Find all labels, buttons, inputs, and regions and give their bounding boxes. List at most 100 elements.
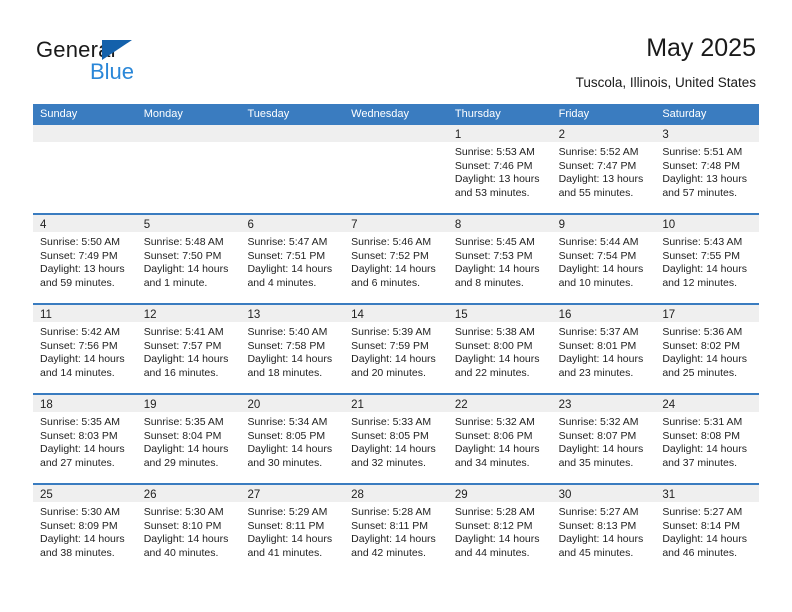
day-detail-text: Sunrise: 5:33 AM Sunset: 8:05 PM Daylight:…	[344, 412, 448, 470]
calendar-day-cell[interactable]: 29 Sunrise: 5:28 AM Sunset: 8:12 PM Dayligh…	[447, 485, 552, 573]
calendar-day-cell[interactable]: 20 Sunrise: 5:34 AM Sunset: 8:05 PM Dayligh…	[240, 395, 345, 483]
day-detail-line: Sunset: 7:49 PM	[40, 249, 118, 262]
calendar-day-cell[interactable]: 24 Sunrise: 5:31 AM Sunset: 8:08 PM Dayligh…	[655, 395, 760, 483]
day-detail-line: and 1 minute.	[143, 276, 208, 289]
day-number-band: 20	[240, 395, 345, 412]
day-detail-line: and 6 minutes.	[351, 276, 421, 289]
day-detail-line: Sunrise: 5:50 AM	[40, 236, 120, 248]
day-detail-line: Daylight: 14 hours	[662, 443, 747, 456]
calendar-day-cell[interactable]: 28 Sunrise: 5:28 AM Sunset: 8:11 PM Dayligh…	[344, 485, 448, 573]
day-detail-line: Sunset: 7:50 PM	[143, 249, 222, 262]
day-number: 13	[247, 309, 261, 321]
page-header: General Blue May 2025 Tuscola, Illinois,…	[0, 0, 792, 104]
day-detail-line: and 45 minutes.	[558, 546, 634, 559]
calendar-day-cell[interactable]: 16 Sunrise: 5:37 AM Sunset: 8:01 PM Dayligh…	[551, 305, 656, 393]
day-detail-line: Sunrise: 5:46 AM	[351, 236, 432, 248]
day-detail-line: and 57 minutes.	[662, 186, 738, 199]
day-detail-text: Sunrise: 5:47 AM Sunset: 7:51 PM Daylight:…	[240, 232, 344, 290]
day-number: 3	[662, 129, 669, 141]
day-number: 20	[247, 399, 261, 411]
day-detail-line: Sunrise: 5:48 AM	[143, 236, 224, 248]
day-detail-text: Sunrise: 5:45 AM Sunset: 7:53 PM Daylight:…	[448, 232, 552, 290]
day-detail-line: Sunrise: 5:29 AM	[247, 506, 328, 518]
day-detail-line: Sunset: 7:57 PM	[143, 339, 222, 352]
calendar-day-cell[interactable]: 7 Sunrise: 5:46 AM Sunset: 7:52 PM Daylight…	[344, 215, 448, 303]
calendar-day-cell[interactable]: 31 Sunrise: 5:27 AM Sunset: 8:14 PM Dayligh…	[655, 485, 760, 573]
calendar-day-cell[interactable]: 22 Sunrise: 5:32 AM Sunset: 8:06 PM Dayligh…	[447, 395, 552, 483]
day-detail-line: and 32 minutes.	[351, 456, 426, 469]
day-detail-line: and 8 minutes.	[454, 276, 524, 289]
calendar-day-cell[interactable]: 4 Sunrise: 5:50 AM Sunset: 7:49 PM Daylight…	[33, 215, 137, 303]
day-detail-line: Sunrise: 5:27 AM	[662, 506, 743, 518]
day-number: 22	[454, 399, 468, 411]
calendar-day-cell[interactable]: 9 Sunrise: 5:44 AM Sunset: 7:54 PM Daylight…	[551, 215, 656, 303]
day-number: 26	[143, 489, 157, 501]
day-number-band: 14	[344, 305, 448, 322]
day-detail-line: Sunrise: 5:35 AM	[40, 416, 120, 428]
day-detail-line: and 42 minutes.	[351, 546, 426, 559]
calendar-day-cell[interactable]: 26 Sunrise: 5:30 AM Sunset: 8:10 PM Dayligh…	[136, 485, 241, 573]
day-detail-text: Sunrise: 5:40 AM Sunset: 7:58 PM Daylight:…	[240, 322, 344, 380]
page-title: May 2025	[646, 34, 756, 62]
day-detail-line: and 29 minutes.	[143, 456, 219, 469]
day-detail-text: Sunrise: 5:48 AM Sunset: 7:50 PM Daylight:…	[137, 232, 241, 290]
day-detail-line: and 14 minutes.	[40, 366, 115, 379]
day-detail-line: and 20 minutes.	[351, 366, 426, 379]
day-detail-line: and 44 minutes.	[454, 546, 530, 559]
day-detail-line: Daylight: 14 hours	[558, 443, 644, 456]
day-detail-line: Daylight: 14 hours	[351, 263, 436, 276]
day-detail-text: Sunrise: 5:28 AM Sunset: 8:12 PM Daylight:…	[448, 502, 552, 560]
day-detail-text: Sunrise: 5:39 AM Sunset: 7:59 PM Daylight:…	[344, 322, 448, 380]
calendar-day-cell[interactable]: 12 Sunrise: 5:41 AM Sunset: 7:57 PM Dayligh…	[136, 305, 241, 393]
day-detail-line: Daylight: 14 hours	[143, 353, 229, 366]
day-number: 28	[351, 489, 364, 501]
day-number-band: 28	[344, 485, 448, 502]
calendar-day-cell[interactable]: 30 Sunrise: 5:27 AM Sunset: 8:13 PM Dayligh…	[551, 485, 656, 573]
calendar-day-cell[interactable]: 18 Sunrise: 5:35 AM Sunset: 8:03 PM Dayligh…	[33, 395, 137, 483]
calendar-day-cell[interactable]: 17 Sunrise: 5:36 AM Sunset: 8:02 PM Dayligh…	[655, 305, 760, 393]
calendar-day-cell[interactable]: 2 Sunrise: 5:52 AM Sunset: 7:47 PM Daylight…	[551, 125, 656, 213]
day-detail-line: Sunrise: 5:40 AM	[247, 326, 328, 338]
day-number-band: 7	[344, 215, 448, 232]
day-detail-line: and 38 minutes.	[40, 546, 115, 559]
day-number-band: 9	[551, 215, 656, 232]
day-number: 14	[351, 309, 364, 321]
calendar-day-cell[interactable]: 10 Sunrise: 5:43 AM Sunset: 7:55 PM Dayligh…	[655, 215, 760, 303]
calendar-day-cell[interactable]: 15 Sunrise: 5:38 AM Sunset: 8:00 PM Dayligh…	[447, 305, 552, 393]
day-detail-line: Sunset: 7:54 PM	[558, 249, 637, 262]
weekday-header-sunday: Sunday	[40, 108, 78, 120]
day-number: 5	[143, 219, 151, 231]
day-detail-line: Sunrise: 5:35 AM	[143, 416, 224, 428]
day-detail-line: Sunset: 8:02 PM	[662, 339, 740, 352]
calendar-day-cell-empty	[33, 125, 137, 213]
day-detail-text: Sunrise: 5:34 AM Sunset: 8:05 PM Daylight:…	[240, 412, 344, 470]
day-detail-text: Sunrise: 5:38 AM Sunset: 8:00 PM Daylight:…	[448, 322, 552, 380]
calendar-day-cell[interactable]: 27 Sunrise: 5:29 AM Sunset: 8:11 PM Dayligh…	[240, 485, 345, 573]
calendar-day-cell[interactable]: 19 Sunrise: 5:35 AM Sunset: 8:04 PM Dayligh…	[136, 395, 241, 483]
day-detail-line: Sunrise: 5:43 AM	[662, 236, 743, 248]
day-detail-line: Sunrise: 5:37 AM	[558, 326, 639, 338]
brand-logo[interactable]: General Blue	[36, 37, 166, 85]
calendar-day-cell[interactable]: 3 Sunrise: 5:51 AM Sunset: 7:48 PM Daylight…	[655, 125, 760, 213]
day-detail-line: Sunrise: 5:31 AM	[662, 416, 743, 428]
day-detail-text: Sunrise: 5:46 AM Sunset: 7:52 PM Daylight:…	[344, 232, 448, 290]
calendar-day-cell[interactable]: 23 Sunrise: 5:32 AM Sunset: 8:07 PM Dayligh…	[551, 395, 656, 483]
day-detail-line: and 18 minutes.	[247, 366, 323, 379]
calendar-day-cell[interactable]: 13 Sunrise: 5:40 AM Sunset: 7:58 PM Dayligh…	[240, 305, 345, 393]
day-detail-text: Sunrise: 5:30 AM Sunset: 8:10 PM Daylight:…	[137, 502, 241, 560]
calendar-day-cell[interactable]: 1 Sunrise: 5:53 AM Sunset: 7:46 PM Daylight…	[447, 125, 552, 213]
day-detail-line: Daylight: 14 hours	[351, 353, 436, 366]
calendar-day-cell[interactable]: 14 Sunrise: 5:39 AM Sunset: 7:59 PM Dayligh…	[344, 305, 448, 393]
calendar-day-cell[interactable]: 11 Sunrise: 5:42 AM Sunset: 7:56 PM Dayligh…	[33, 305, 137, 393]
day-number: 8	[454, 219, 462, 231]
calendar-week-row: 1 Sunrise: 5:53 AM Sunset: 7:46 PM Daylight…	[33, 125, 760, 213]
day-detail-text: Sunrise: 5:29 AM Sunset: 8:11 PM Daylight:…	[240, 502, 344, 560]
day-detail-line: Sunset: 7:58 PM	[247, 339, 326, 352]
calendar-day-cell[interactable]: 5 Sunrise: 5:48 AM Sunset: 7:50 PM Daylight…	[136, 215, 241, 303]
day-detail-line: Daylight: 14 hours	[247, 353, 333, 366]
calendar-day-cell[interactable]: 6 Sunrise: 5:47 AM Sunset: 7:51 PM Daylight…	[240, 215, 345, 303]
calendar-day-cell[interactable]: 8 Sunrise: 5:45 AM Sunset: 7:53 PM Daylight…	[447, 215, 552, 303]
calendar-day-cell[interactable]: 25 Sunrise: 5:30 AM Sunset: 8:09 PM Dayligh…	[33, 485, 137, 573]
day-number: 21	[351, 399, 364, 411]
calendar-day-cell[interactable]: 21 Sunrise: 5:33 AM Sunset: 8:05 PM Dayligh…	[344, 395, 448, 483]
